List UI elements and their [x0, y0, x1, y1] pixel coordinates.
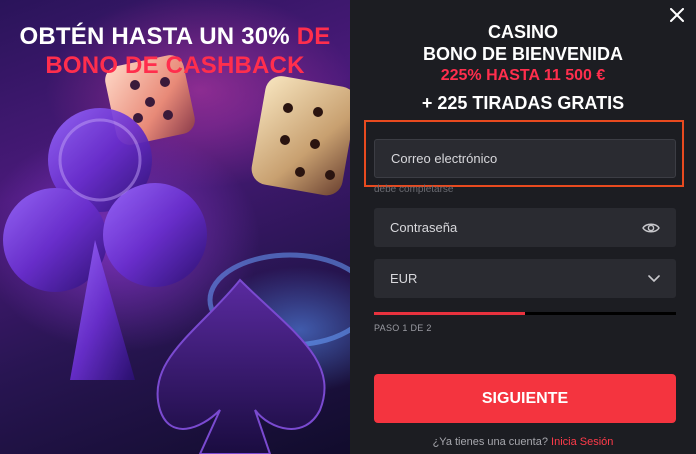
- email-validation-hint: debe completarse: [374, 184, 454, 195]
- heading-bonus-amount: 225% HASTA 11 500 €: [440, 67, 606, 84]
- password-placeholder: Contraseña: [390, 220, 458, 235]
- next-button[interactable]: SIGUIENTE: [374, 374, 676, 423]
- heading-casino: CASINO: [487, 22, 558, 42]
- currency-selected-value: EUR: [390, 271, 418, 286]
- password-field[interactable]: Contraseña: [374, 208, 676, 247]
- dice-icon: [251, 76, 350, 196]
- currency-select[interactable]: EUR: [374, 259, 676, 298]
- login-prompt: ¿Ya tienes una cuenta? Inicia Sesión: [350, 436, 696, 448]
- promo-title-red-2: BONO DE CASHBACK: [45, 52, 305, 79]
- promo-title-white: OBTÉN HASTA UN 30%: [19, 23, 290, 50]
- email-field[interactable]: Correo electrónico: [374, 139, 676, 178]
- club-suit-icon: [3, 108, 207, 380]
- promo-banner: OBTÉN HASTA UN 30% DE BONO DE CASHBACK: [0, 0, 350, 454]
- email-placeholder: Correo electrónico: [391, 151, 498, 166]
- step-indicator: PASO 1 DE 2: [374, 323, 432, 333]
- step-progress-bar: [374, 312, 676, 315]
- heading-free-spins: + 225 TIRADAS GRATIS: [421, 93, 625, 113]
- close-icon: [670, 8, 684, 22]
- login-question: ¿Ya tienes una cuenta?: [432, 436, 548, 448]
- login-link[interactable]: Inicia Sesión: [551, 436, 613, 448]
- bonus-heading: CASINO BONO DE BIENVENIDA 225% HASTA 11 …: [350, 21, 696, 116]
- eye-icon[interactable]: [642, 221, 660, 235]
- promo-title-red-1: DE: [296, 23, 331, 50]
- heading-welcome-bonus: BONO DE BIENVENIDA: [422, 44, 624, 64]
- chevron-down-icon: [648, 274, 660, 282]
- spade-suit-icon: [156, 278, 326, 454]
- promo-title: OBTÉN HASTA UN 30% DE BONO DE CASHBACK: [0, 22, 350, 80]
- step-progress-fill: [374, 312, 525, 315]
- registration-panel: CASINO BONO DE BIENVENIDA 225% HASTA 11 …: [350, 0, 696, 454]
